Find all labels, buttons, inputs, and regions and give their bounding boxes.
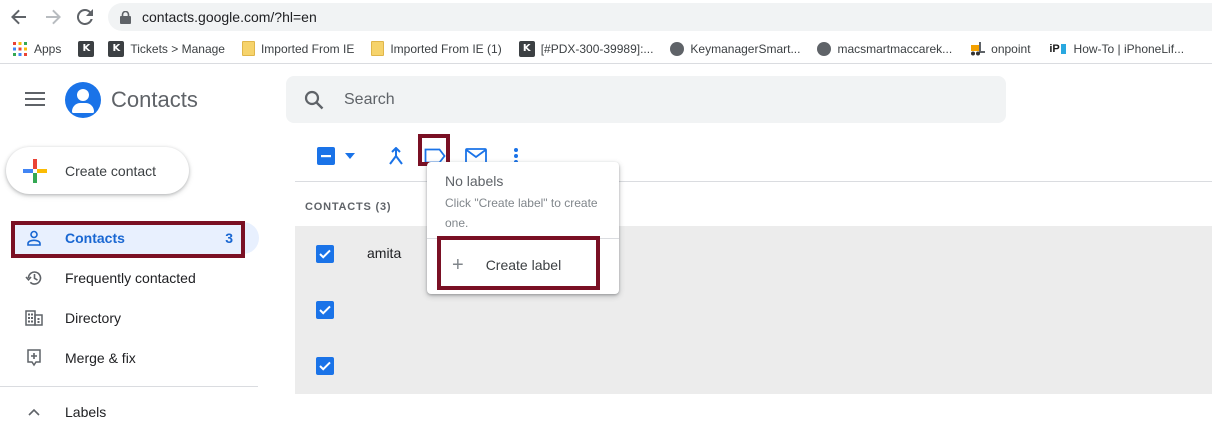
arrow-left-icon	[11, 9, 26, 25]
reload-button[interactable]	[74, 6, 96, 28]
search-bar[interactable]	[286, 76, 1006, 123]
contact-name: amita	[367, 245, 402, 261]
arrow-right-icon	[46, 9, 61, 25]
search-icon	[304, 90, 324, 109]
lock-icon	[118, 10, 132, 24]
create-contact-button[interactable]: Create contact	[6, 147, 189, 194]
labels-header: Labels	[65, 404, 107, 420]
no-labels-title: No labels	[445, 173, 504, 189]
merge-fix-icon	[24, 348, 44, 368]
bookmark-label: Apps	[34, 41, 62, 56]
folder-icon	[371, 41, 385, 56]
row-checkbox[interactable]	[316, 245, 334, 263]
checkmark-icon	[319, 361, 331, 371]
search-input[interactable]	[344, 90, 944, 109]
row-checkbox[interactable]	[316, 357, 334, 375]
bookmark-k[interactable]: K	[78, 40, 100, 57]
indeterminate-checkbox-icon	[317, 147, 335, 165]
bookmark-pdx-ticket[interactable]: K [#PDX-300-39989]:...	[518, 40, 654, 57]
checkmark-icon	[319, 249, 331, 259]
merge-button[interactable]	[386, 144, 406, 168]
sidebar-item-frequently-contacted[interactable]: Frequently contacted	[14, 262, 259, 294]
no-labels-hint: Click "Create label" to create one.	[445, 196, 598, 230]
bookmark-keymanager[interactable]: KeymanagerSmart...	[670, 41, 801, 56]
checkmark-icon	[319, 305, 331, 315]
select-all-checkbox[interactable]	[317, 144, 335, 168]
bookmark-onpoint[interactable]: onpoint	[969, 41, 1031, 57]
bookmark-label: Imported From IE (1)	[390, 41, 502, 56]
bookmark-label: [#PDX-300-39989]:...	[540, 41, 654, 56]
bookmark-imported-ie[interactable]: Imported From IE	[241, 41, 355, 56]
sidebar-item-merge-fix[interactable]: Merge & fix	[14, 342, 259, 374]
contacts-logo-icon	[65, 82, 101, 118]
address-bar[interactable]: contacts.google.com/?hl=en	[108, 3, 1212, 31]
bookmark-apps[interactable]: Apps	[12, 41, 61, 57]
sidebar-item-directory[interactable]: Directory	[14, 302, 259, 334]
create-contact-label: Create contact	[65, 162, 157, 179]
bookmark-macsmart[interactable]: macsmartmaccarek...	[817, 41, 953, 56]
bookmark-label: How-To | iPhoneLif...	[1073, 41, 1185, 56]
merge-icon	[389, 147, 403, 165]
labels-section-toggle[interactable]: Labels	[14, 396, 259, 428]
bookmark-label: Tickets > Manage	[130, 41, 225, 56]
highlight-box-contacts	[11, 221, 245, 258]
app-title: Contacts	[111, 87, 198, 112]
contacts-section-header: CONTACTS (3)	[305, 201, 392, 213]
globe-icon	[670, 41, 685, 56]
chevron-up-icon	[24, 402, 44, 422]
highlight-box-create-label	[437, 236, 600, 290]
sidebar-divider	[0, 386, 258, 387]
forklift-icon	[969, 41, 986, 57]
sidebar-item-label: Directory	[65, 310, 122, 326]
ip-favicon-icon: iP	[1048, 41, 1068, 57]
history-icon	[24, 268, 44, 288]
forward-button[interactable]	[42, 6, 64, 28]
table-row[interactable]	[295, 338, 1212, 394]
bookmark-label: Imported From IE	[260, 41, 355, 56]
back-button[interactable]	[8, 6, 30, 28]
k-favicon-icon: K	[108, 40, 125, 57]
k-favicon-icon: K	[78, 40, 95, 57]
building-icon	[24, 308, 44, 328]
bookmark-label: macsmartmaccarek...	[837, 41, 953, 56]
reload-icon	[77, 9, 93, 25]
sidebar-item-label: Frequently contacted	[65, 270, 196, 286]
bookmark-label: onpoint	[991, 41, 1031, 56]
row-checkbox[interactable]	[316, 301, 334, 319]
browser-toolbar: contacts.google.com/?hl=en	[0, 0, 1212, 34]
main-menu-button[interactable]	[25, 92, 45, 108]
folder-icon	[241, 41, 255, 56]
colorful-plus-icon	[23, 158, 47, 183]
caret-down-icon	[345, 153, 355, 159]
select-dropdown-button[interactable]	[343, 144, 357, 168]
sidebar-item-label: Merge & fix	[65, 350, 136, 366]
bookmark-label: KeymanagerSmart...	[690, 41, 801, 56]
k-favicon-icon: K	[518, 40, 535, 57]
bookmarks-bar: Apps K K Tickets > Manage Imported From …	[0, 34, 1212, 64]
bookmark-imported-ie-1[interactable]: Imported From IE (1)	[371, 41, 502, 56]
address-url: contacts.google.com/?hl=en	[142, 9, 317, 25]
bookmark-iphonelife[interactable]: iP How-To | iPhoneLif...	[1048, 41, 1185, 57]
apps-grid-icon	[12, 41, 28, 57]
bookmark-tickets[interactable]: K Tickets > Manage	[108, 40, 225, 57]
globe-icon	[817, 41, 832, 56]
